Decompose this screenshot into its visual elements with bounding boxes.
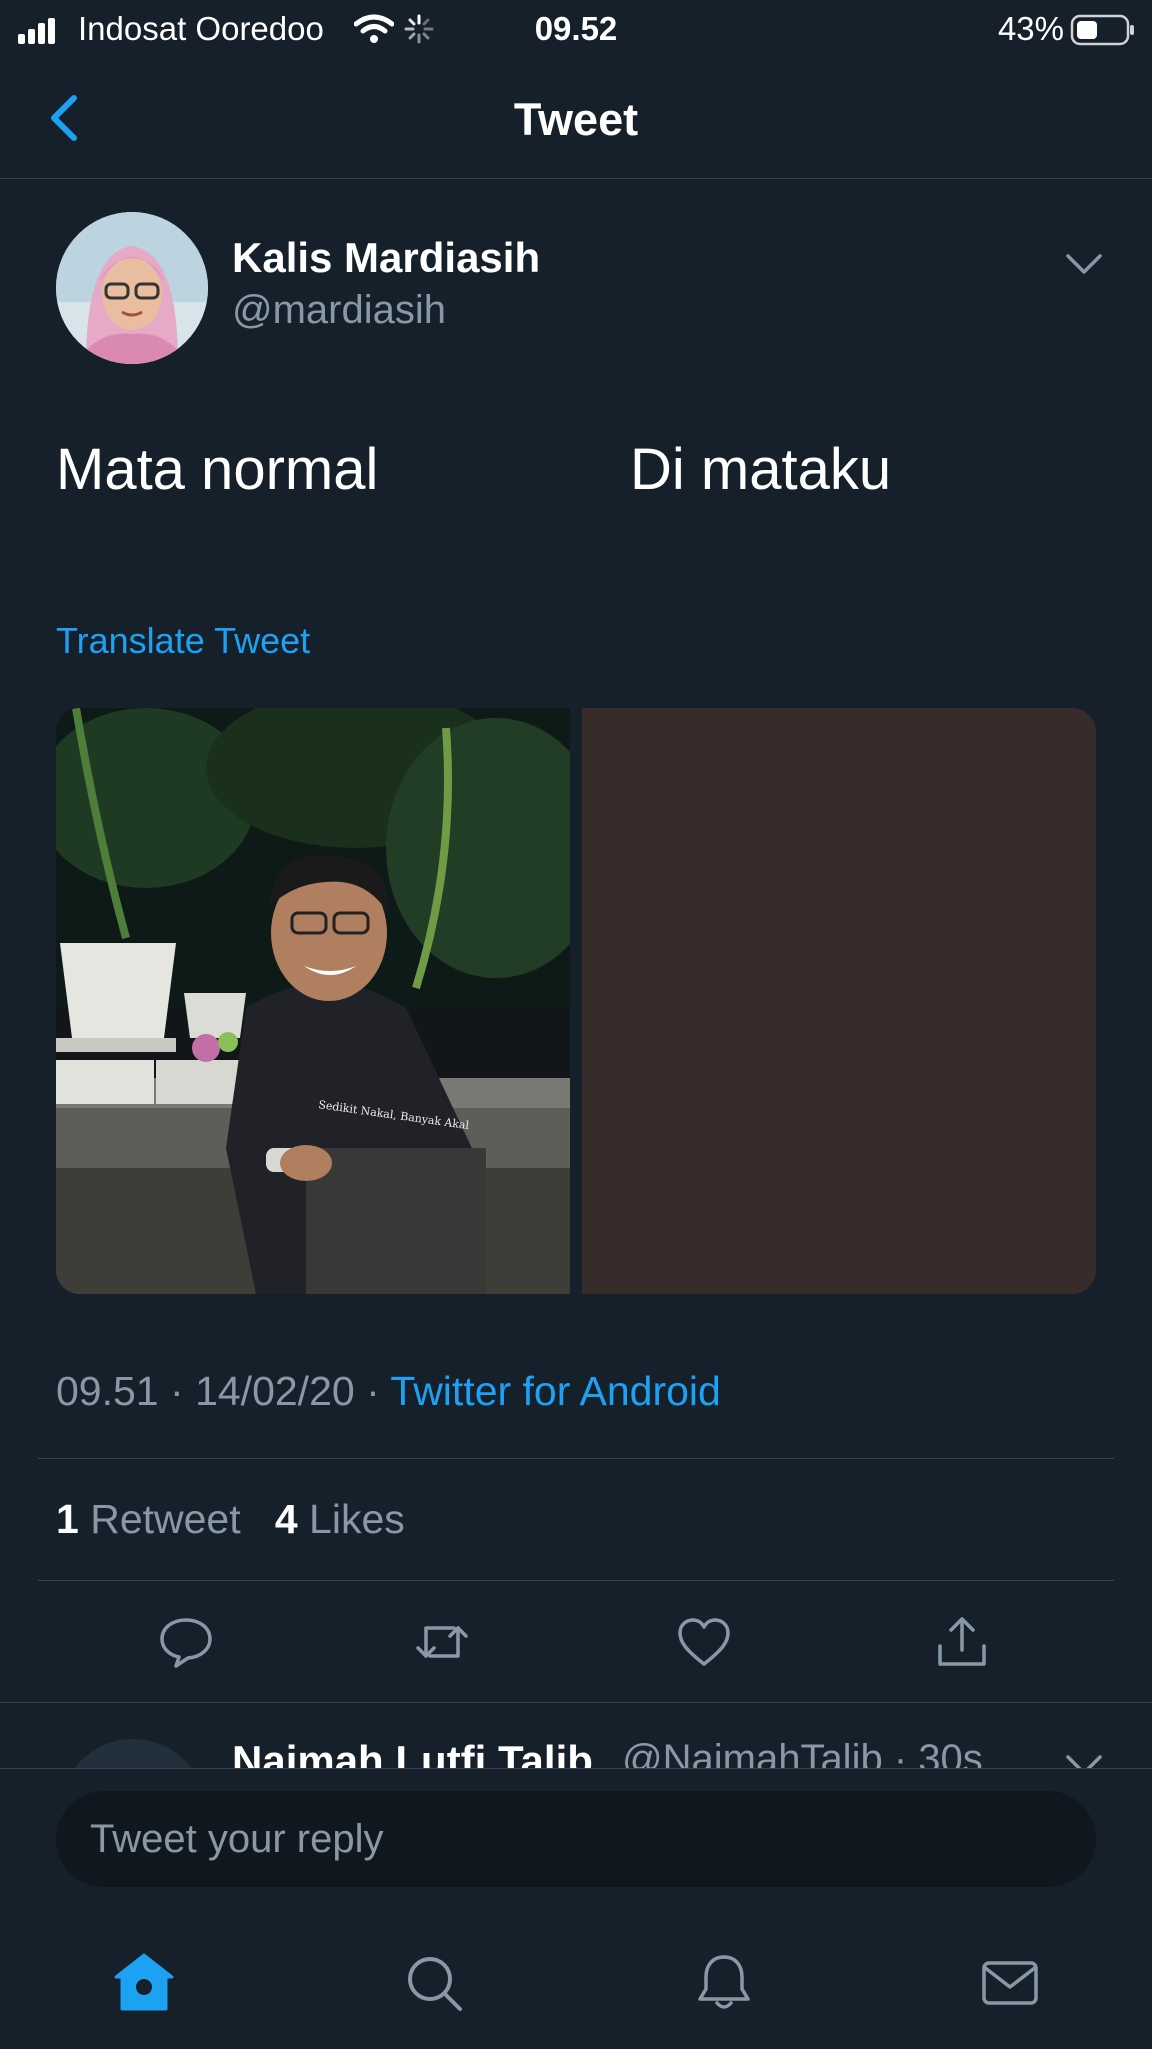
divider bbox=[38, 1580, 1114, 1581]
author-display-name[interactable]: Kalis Mardiasih bbox=[232, 234, 540, 282]
chevron-down-icon[interactable] bbox=[1062, 1747, 1106, 1769]
like-label: Likes bbox=[309, 1496, 405, 1542]
chevron-down-icon[interactable] bbox=[1062, 246, 1106, 282]
reply-display-name[interactable]: Naimah Lutfi Talib bbox=[232, 1737, 593, 1769]
clock: 09.52 bbox=[534, 10, 618, 47]
author-handle[interactable]: @mardiasih bbox=[232, 288, 446, 333]
like-heart-icon[interactable] bbox=[676, 1614, 732, 1670]
tweet-image-right[interactable] bbox=[582, 708, 1096, 1294]
reply-preview[interactable]: Naimah Lutfi Talib @NaimahTalib · 30s bbox=[0, 1702, 1152, 1769]
retweet-count: 1 bbox=[56, 1496, 79, 1542]
tweet-time: 09.51 bbox=[56, 1368, 159, 1414]
like-count: 4 bbox=[274, 1496, 298, 1542]
tweet-text-right: Di mataku bbox=[630, 437, 892, 502]
reply-handle-time: @NaimahTalib · 30s bbox=[622, 1737, 983, 1769]
tweet-meta: 09.51 · 14/02/20 · Twitter for Android bbox=[56, 1368, 721, 1415]
divider bbox=[38, 1458, 1114, 1459]
search-icon[interactable] bbox=[402, 1951, 466, 2015]
retweet-stat[interactable]: 1 Retweet bbox=[56, 1496, 241, 1542]
retweet-icon[interactable] bbox=[414, 1614, 470, 1670]
home-icon[interactable] bbox=[112, 1951, 176, 2015]
retweet-label: Retweet bbox=[90, 1496, 241, 1542]
reply-input[interactable] bbox=[56, 1791, 1096, 1887]
meta-separator: · bbox=[366, 1368, 380, 1414]
tweet-stats: 1 Retweet 4 Likes bbox=[56, 1496, 405, 1543]
share-icon[interactable] bbox=[934, 1614, 990, 1670]
avatar-photo bbox=[56, 212, 208, 364]
page-title: Tweet bbox=[513, 94, 639, 145]
photo-man-sitting: Sedikit Nakal, Banyak Akal bbox=[56, 708, 570, 1294]
like-stat[interactable]: 4 Likes bbox=[275, 1496, 405, 1542]
tweet-date: 14/02/20 bbox=[195, 1368, 355, 1414]
tweet-text-left: Mata normal bbox=[56, 437, 379, 502]
status-bar: Indosat Ooredoo 09.52 43% bbox=[0, 0, 1152, 58]
nav-bar: Tweet bbox=[0, 58, 1152, 179]
reply-avatar[interactable] bbox=[60, 1739, 206, 1769]
battery-icon bbox=[1070, 14, 1134, 46]
author-avatar[interactable] bbox=[56, 212, 208, 364]
mail-icon[interactable] bbox=[978, 1951, 1042, 2015]
bell-icon[interactable] bbox=[692, 1951, 756, 2015]
reply-icon[interactable] bbox=[158, 1614, 214, 1670]
tweet-image-left[interactable]: Sedikit Nakal, Banyak Akal bbox=[56, 708, 570, 1294]
bottom-area bbox=[0, 1768, 1152, 2049]
translate-tweet-link[interactable]: Translate Tweet bbox=[56, 620, 310, 662]
battery-percent: 43% bbox=[997, 10, 1064, 47]
tweet-source-link[interactable]: Twitter for Android bbox=[390, 1368, 720, 1414]
meta-separator: · bbox=[170, 1368, 184, 1414]
